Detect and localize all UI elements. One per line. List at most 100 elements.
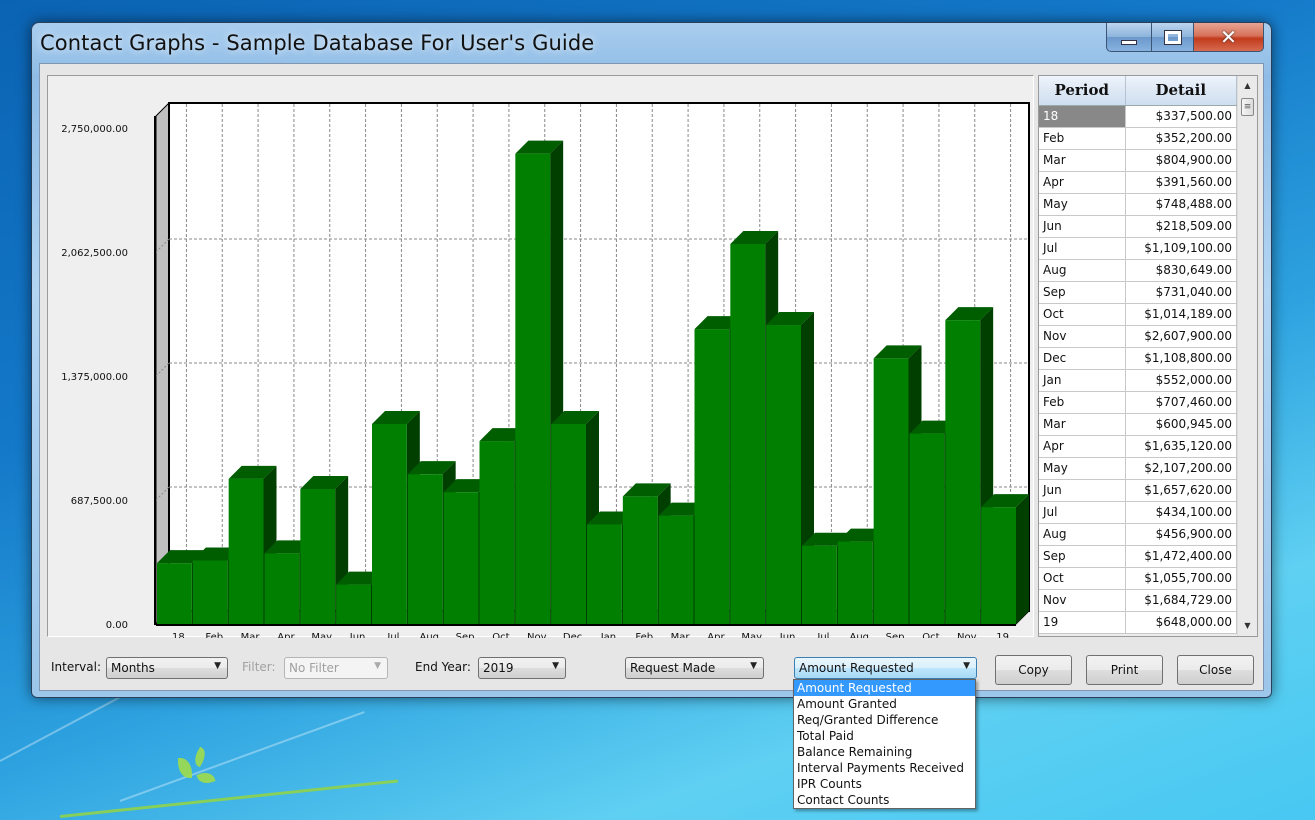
copy-button[interactable]: Copy bbox=[995, 655, 1072, 685]
grid-cell-period[interactable]: Sep bbox=[1039, 281, 1126, 304]
close-button[interactable]: Close bbox=[1177, 655, 1254, 685]
grid-cell-period[interactable]: Aug bbox=[1039, 259, 1126, 282]
grid-row[interactable]: Nov $1,684,729.00 bbox=[1039, 589, 1237, 612]
grid-cell-detail[interactable]: $731,040.00 bbox=[1125, 281, 1237, 304]
grid-cell-period[interactable]: Jul bbox=[1039, 501, 1126, 524]
scroll-down-arrow-icon[interactable]: ▼ bbox=[1238, 618, 1257, 634]
grid-cell-period[interactable]: Nov bbox=[1039, 589, 1126, 612]
measure-option[interactable]: Amount Granted bbox=[794, 696, 975, 712]
measure-option[interactable]: Balance Remaining bbox=[794, 744, 975, 760]
grid-row[interactable]: Nov $2,607,900.00 bbox=[1039, 325, 1237, 348]
grid-cell-period[interactable]: Apr bbox=[1039, 435, 1126, 458]
grid-row[interactable]: Dec $1,108,800.00 bbox=[1039, 347, 1237, 370]
measure-select[interactable]: Amount Requested ▼ bbox=[794, 657, 977, 679]
grid-row[interactable]: Jun $1,657,620.00 bbox=[1039, 479, 1237, 502]
grid-cell-detail[interactable]: $600,945.00 bbox=[1125, 413, 1237, 436]
grid-cell-period[interactable]: Jan bbox=[1039, 369, 1126, 392]
bar bbox=[945, 320, 981, 624]
grid-row[interactable]: Mar $804,900.00 bbox=[1039, 149, 1237, 172]
measure-option[interactable]: Interval Payments Received bbox=[794, 760, 975, 776]
grid-row[interactable]: Jan $552,000.00 bbox=[1039, 369, 1237, 392]
measure-option[interactable]: IPR Counts bbox=[794, 776, 975, 792]
grid-cell-period[interactable]: Mar bbox=[1039, 413, 1126, 436]
grid-row[interactable]: May $748,488.00 bbox=[1039, 193, 1237, 216]
measure-option[interactable]: Amount Requested bbox=[794, 680, 975, 696]
grid-row[interactable]: Apr $391,560.00 bbox=[1039, 171, 1237, 194]
grid-row[interactable]: 19 $648,000.00 bbox=[1039, 611, 1237, 634]
grid-row[interactable]: Jul $1,109,100.00 bbox=[1039, 237, 1237, 260]
scroll-thumb[interactable]: ≡ bbox=[1241, 98, 1254, 116]
grid-row[interactable]: Mar $600,945.00 bbox=[1039, 413, 1237, 436]
grid-cell-detail[interactable]: $1,014,189.00 bbox=[1125, 303, 1237, 326]
grid-cell-period[interactable]: May bbox=[1039, 193, 1126, 216]
minimize-button[interactable] bbox=[1106, 23, 1152, 52]
grid-cell-detail[interactable]: $552,000.00 bbox=[1125, 369, 1237, 392]
grid-cell-detail[interactable]: $2,607,900.00 bbox=[1125, 325, 1237, 348]
grid-row[interactable]: Sep $1,472,400.00 bbox=[1039, 545, 1237, 568]
grid-cell-period[interactable]: Dec bbox=[1039, 347, 1126, 370]
column-header-detail[interactable]: Detail bbox=[1125, 76, 1237, 106]
grid-cell-period[interactable]: Apr bbox=[1039, 171, 1126, 194]
grid-row[interactable]: Aug $456,900.00 bbox=[1039, 523, 1237, 546]
grid-cell-detail[interactable]: $1,472,400.00 bbox=[1125, 545, 1237, 568]
grid-cell-detail[interactable]: $1,635,120.00 bbox=[1125, 435, 1237, 458]
grid-row[interactable]: Aug $830,649.00 bbox=[1039, 259, 1237, 282]
grid-cell-period[interactable]: Jul bbox=[1039, 237, 1126, 260]
grid-cell-detail[interactable]: $1,055,700.00 bbox=[1125, 567, 1237, 590]
end-year-select[interactable]: 2019 ▼ bbox=[478, 657, 566, 679]
grid-cell-period[interactable]: Oct bbox=[1039, 567, 1126, 590]
column-header-period[interactable]: Period bbox=[1039, 76, 1126, 106]
grid-cell-detail[interactable]: $748,488.00 bbox=[1125, 193, 1237, 216]
grid-cell-detail[interactable]: $1,657,620.00 bbox=[1125, 479, 1237, 502]
interval-select[interactable]: Months ▼ bbox=[106, 657, 228, 679]
grid-cell-detail[interactable]: $804,900.00 bbox=[1125, 149, 1237, 172]
grid-cell-period[interactable]: Feb bbox=[1039, 391, 1126, 414]
grid-row[interactable]: Feb $707,460.00 bbox=[1039, 391, 1237, 414]
grid-cell-detail[interactable]: $337,500.00 bbox=[1125, 105, 1237, 128]
grid-row[interactable]: 18 $337,500.00 bbox=[1039, 105, 1237, 128]
grid-cell-period[interactable]: Jun bbox=[1039, 479, 1126, 502]
grid-row[interactable]: Feb $352,200.00 bbox=[1039, 127, 1237, 150]
grid-cell-period[interactable]: Aug bbox=[1039, 523, 1126, 546]
grid-cell-detail[interactable]: $1,108,800.00 bbox=[1125, 347, 1237, 370]
measure-option[interactable]: Contact Counts bbox=[794, 792, 975, 808]
grid-cell-detail[interactable]: $352,200.00 bbox=[1125, 127, 1237, 150]
maximize-button[interactable] bbox=[1152, 23, 1194, 52]
grid-cell-detail[interactable]: $1,684,729.00 bbox=[1125, 589, 1237, 612]
grid-cell-period[interactable]: Mar bbox=[1039, 149, 1126, 172]
grid-row[interactable]: May $2,107,200.00 bbox=[1039, 457, 1237, 480]
grid-cell-detail[interactable]: $830,649.00 bbox=[1125, 259, 1237, 282]
grid-cell-period[interactable]: May bbox=[1039, 457, 1126, 480]
grid-row[interactable]: Oct $1,055,700.00 bbox=[1039, 567, 1237, 590]
grid-row[interactable]: Oct $1,014,189.00 bbox=[1039, 303, 1237, 326]
grid-cell-period[interactable]: Jun bbox=[1039, 215, 1126, 238]
print-button[interactable]: Print bbox=[1086, 655, 1163, 685]
grid-cell-detail[interactable]: $218,509.00 bbox=[1125, 215, 1237, 238]
grid-cell-period[interactable]: 19 bbox=[1039, 611, 1126, 634]
scroll-up-arrow-icon[interactable]: ▲ bbox=[1238, 78, 1257, 94]
grid-row[interactable]: Jun $218,509.00 bbox=[1039, 215, 1237, 238]
grid-cell-period[interactable]: Sep bbox=[1039, 545, 1126, 568]
grid-cell-detail[interactable]: $434,100.00 bbox=[1125, 501, 1237, 524]
grid-cell-detail[interactable]: $456,900.00 bbox=[1125, 523, 1237, 546]
grid-cell-detail[interactable]: $1,109,100.00 bbox=[1125, 237, 1237, 260]
grid-cell-period[interactable]: Nov bbox=[1039, 325, 1126, 348]
grid-cell-detail[interactable]: $2,107,200.00 bbox=[1125, 457, 1237, 480]
date-basis-select[interactable]: Request Made ▼ bbox=[625, 657, 764, 679]
measure-option[interactable]: Req/Granted Difference bbox=[794, 712, 975, 728]
grid-cell-period[interactable]: Oct bbox=[1039, 303, 1126, 326]
grid-cell-period[interactable]: 18 bbox=[1039, 105, 1126, 128]
grid-cell-detail[interactable]: $707,460.00 bbox=[1125, 391, 1237, 414]
contact-graphs-window: Contact Graphs - Sample Database For Use… bbox=[31, 22, 1272, 698]
grid-vertical-scrollbar[interactable]: ▲ ≡ ▼ bbox=[1237, 76, 1257, 636]
filter-select[interactable]: No Filter ▼ bbox=[284, 657, 388, 679]
grid-cell-detail[interactable]: $391,560.00 bbox=[1125, 171, 1237, 194]
x-tick-label: Sep bbox=[456, 632, 475, 638]
measure-option[interactable]: Total Paid bbox=[794, 728, 975, 744]
grid-row[interactable]: Apr $1,635,120.00 bbox=[1039, 435, 1237, 458]
grid-row[interactable]: Sep $731,040.00 bbox=[1039, 281, 1237, 304]
grid-cell-detail[interactable]: $648,000.00 bbox=[1125, 611, 1237, 634]
grid-cell-period[interactable]: Feb bbox=[1039, 127, 1126, 150]
close-window-button[interactable]: ✕ bbox=[1194, 23, 1264, 52]
grid-row[interactable]: Jul $434,100.00 bbox=[1039, 501, 1237, 524]
